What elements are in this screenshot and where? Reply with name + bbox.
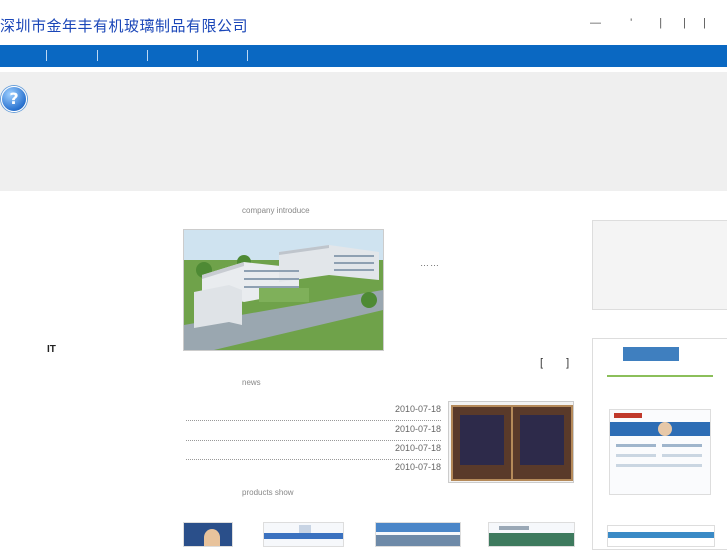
- side-text: IT: [47, 344, 56, 355]
- top-link[interactable]: ': [630, 17, 632, 29]
- help-icon[interactable]: ?: [1, 86, 27, 112]
- nav-separator: [97, 50, 98, 61]
- news-date: 2010-07-18: [394, 424, 441, 434]
- nav-separator: [147, 50, 148, 61]
- top-link[interactable]: —: [590, 17, 601, 29]
- sidebar-product-list: [592, 338, 727, 550]
- product-thumbnail[interactable]: [488, 522, 575, 547]
- news-item[interactable]: 2010-07-18: [186, 421, 441, 441]
- top-link[interactable]: |: [703, 17, 706, 29]
- news-item[interactable]: 2010-07-18: [186, 401, 441, 421]
- nav-separator: [247, 50, 248, 61]
- news-item[interactable]: 2010-07-18: [186, 440, 441, 460]
- news-date: 2010-07-18: [394, 443, 441, 453]
- product-thumbnail[interactable]: [375, 522, 461, 547]
- sidebar-product-thumbnail[interactable]: [607, 345, 713, 381]
- news-label: news: [242, 378, 261, 387]
- certificate-photo: [448, 401, 574, 483]
- news-item[interactable]: 2010-07-18: [186, 459, 441, 478]
- product-thumbnail[interactable]: [263, 522, 344, 547]
- company-building-photo: [183, 229, 384, 351]
- news-date: 2010-07-18: [394, 404, 441, 414]
- nav-separator: [46, 50, 47, 61]
- product-thumbnail[interactable]: [183, 522, 233, 547]
- more-link[interactable]: [ ]: [540, 357, 569, 369]
- sidebar-product-thumbnail[interactable]: [609, 409, 711, 495]
- news-date: 2010-07-18: [394, 462, 441, 472]
- sidebar-product-thumbnail[interactable]: [607, 525, 715, 547]
- site-title[interactable]: 深圳市金年丰有机玻璃制品有限公司: [0, 15, 248, 36]
- company-intro-label: company introduce: [242, 206, 310, 215]
- products-label: products show: [242, 488, 294, 497]
- nav-separator: [197, 50, 198, 61]
- certificate-plaque: [511, 405, 573, 481]
- banner-area: [0, 72, 727, 191]
- main-nav-bar: [0, 45, 727, 67]
- top-link[interactable]: |: [659, 17, 662, 29]
- certificate-plaque: [451, 405, 513, 481]
- intro-ellipsis: ……: [420, 258, 440, 268]
- sidebar-box: [592, 220, 727, 310]
- top-link[interactable]: |: [683, 17, 686, 29]
- top-links: — ' | | |: [590, 17, 706, 29]
